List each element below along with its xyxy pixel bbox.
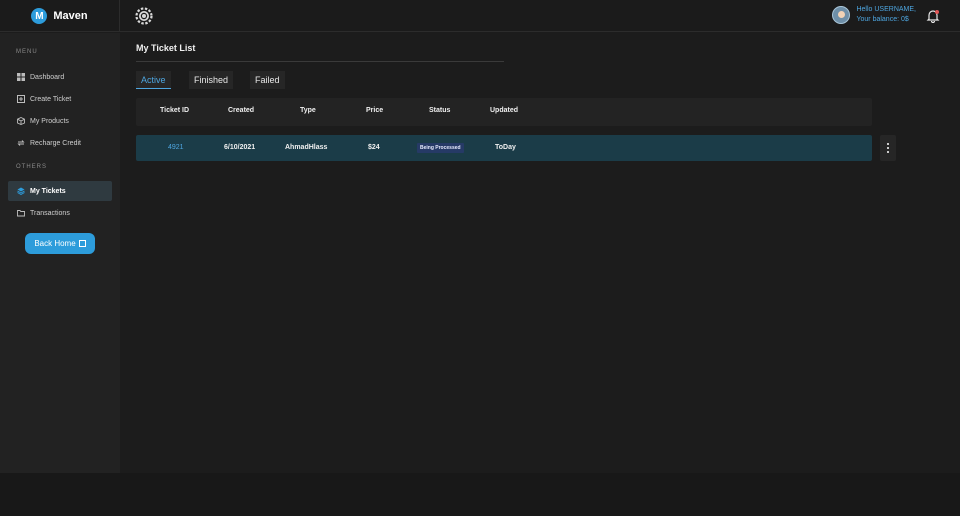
ticket-id-link[interactable]: 4921 bbox=[168, 144, 184, 151]
app-root: M Maven Hello USERNAME, Your balance: 0$… bbox=[0, 0, 960, 516]
brand[interactable]: M Maven bbox=[0, 0, 120, 32]
sidebar-item-recharge-credit[interactable]: Recharge Credit bbox=[8, 133, 112, 153]
row-actions-menu-icon[interactable] bbox=[880, 135, 896, 161]
sidebar-item-transactions[interactable]: Transactions bbox=[8, 203, 112, 223]
sidebar-item-my-tickets[interactable]: My Tickets bbox=[8, 181, 112, 201]
ticket-price: $24 bbox=[368, 144, 380, 151]
sidebar-item-label: Dashboard bbox=[30, 73, 65, 81]
title-divider bbox=[136, 61, 504, 62]
column-header-type[interactable]: Type bbox=[300, 107, 316, 114]
sidebar-item-my-products[interactable]: My Products bbox=[8, 111, 112, 131]
sidebar-item-label: My Tickets bbox=[30, 187, 66, 195]
layers-icon bbox=[17, 187, 25, 195]
tab-finished[interactable]: Finished bbox=[189, 71, 234, 89]
sidebar-item-dashboard[interactable]: Dashboard bbox=[8, 67, 112, 87]
status-badge: Being Processed bbox=[417, 143, 464, 153]
tab-failed[interactable]: Failed bbox=[250, 71, 285, 89]
brand-name: Maven bbox=[53, 10, 88, 22]
sidebar-item-label: My Products bbox=[30, 117, 69, 125]
exit-icon bbox=[78, 240, 86, 247]
sidebar: MENU Dashboard Create Ticket My Products… bbox=[0, 33, 120, 473]
sidebar-item-label: Create Ticket bbox=[30, 95, 72, 103]
table-header: Ticket ID Created Type Price Status Upda… bbox=[136, 98, 872, 126]
back-home-label: Back Home bbox=[34, 239, 76, 248]
column-header-ticket-id[interactable]: Ticket ID bbox=[160, 107, 189, 114]
top-bar: M Maven Hello USERNAME, Your balance: 0$ bbox=[0, 0, 960, 32]
others-section-title: OTHERS bbox=[16, 164, 48, 170]
theme-toggle-icon[interactable] bbox=[134, 6, 154, 26]
column-header-price[interactable]: Price bbox=[366, 107, 383, 114]
brand-logo: M bbox=[31, 8, 48, 24]
dashboard-icon bbox=[17, 73, 25, 81]
ticket-updated: ToDay bbox=[495, 144, 516, 151]
user-info[interactable]: Hello USERNAME, Your balance: 0$ bbox=[832, 5, 916, 25]
user-balance: Your balance: 0$ bbox=[856, 16, 909, 23]
page-title: My Ticket List bbox=[136, 43, 196, 53]
table-row[interactable]: 4921 6/10/2021 AhmadHlass $24 Being Proc… bbox=[136, 135, 872, 161]
column-header-created[interactable]: Created bbox=[228, 107, 254, 114]
column-header-status[interactable]: Status bbox=[429, 107, 450, 114]
folder-icon bbox=[17, 210, 25, 217]
sidebar-item-create-ticket[interactable]: Create Ticket bbox=[8, 89, 112, 109]
page-footer bbox=[0, 473, 960, 516]
plus-square-icon bbox=[17, 95, 25, 103]
refresh-icon bbox=[17, 140, 25, 146]
notification-bell-icon[interactable] bbox=[926, 9, 940, 23]
ticket-created: 6/10/2021 bbox=[224, 144, 256, 151]
user-greeting: Hello USERNAME, bbox=[856, 6, 916, 13]
box-icon bbox=[17, 117, 25, 125]
sidebar-item-label: Recharge Credit bbox=[30, 139, 81, 147]
ticket-type: AhmadHlass bbox=[285, 144, 328, 151]
back-home-button[interactable]: Back Home bbox=[25, 233, 95, 254]
avatar[interactable] bbox=[832, 6, 851, 24]
tab-active[interactable]: Active bbox=[136, 71, 171, 89]
sidebar-item-label: Transactions bbox=[30, 209, 70, 217]
column-header-updated[interactable]: Updated bbox=[490, 107, 518, 114]
menu-section-title: MENU bbox=[16, 49, 38, 55]
